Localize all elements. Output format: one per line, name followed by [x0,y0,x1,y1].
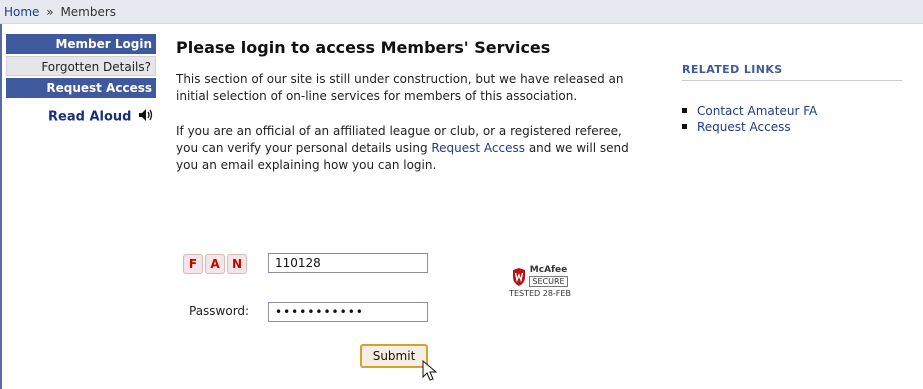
password-label: Password: [189,304,250,318]
read-aloud-button[interactable]: Read Aloud [6,108,156,126]
mcafee-secure-badge[interactable]: McAfee SECURE TESTED 28-FEB [505,266,575,299]
related-links-panel: RELATED LINKS Contact Amateur FA Request… [682,63,902,135]
related-link-item: Contact Amateur FA [682,103,902,119]
password-input[interactable]: ••••••••••• [268,302,428,322]
sidebar: Member Login Forgotten Details? Request … [6,34,156,126]
fan-number-input[interactable]: 110128 [268,253,428,273]
request-access-link[interactable]: Request Access [431,141,525,155]
main-content: Please login to access Members' Services… [176,38,646,192]
related-links-title: RELATED LINKS [682,63,902,81]
sidebar-item-forgotten-details[interactable]: Forgotten Details? [6,56,156,76]
breadcrumb-separator: » [46,5,54,19]
contact-amateur-fa-link[interactable]: Contact Amateur FA [697,104,817,118]
mcafee-shield-icon [513,267,526,286]
speaker-icon [138,108,154,126]
breadcrumb-current: Members [60,5,117,19]
mcafee-brand: McAfee [529,265,568,275]
page-title: Please login to access Members' Services [176,38,551,57]
related-request-access-link[interactable]: Request Access [697,120,791,134]
bullet-icon [682,108,687,113]
mcafee-badge-row: McAfee SECURE [505,266,575,287]
breadcrumb-home-link[interactable]: Home [4,5,39,19]
sidebar-item-member-login[interactable]: Member Login [6,34,156,54]
mouse-cursor-icon [422,359,438,386]
breadcrumb: Home » Members [0,0,923,24]
submit-button[interactable]: Submit [360,344,428,368]
sidebar-item-request-access[interactable]: Request Access [6,78,156,98]
left-border-line [0,24,2,389]
access-paragraph: If you are an official of an affiliated … [176,123,646,174]
bullet-icon [682,124,687,129]
fan-letter: A [205,254,225,274]
fan-letter: F [183,254,203,274]
mcafee-text: McAfee SECURE [529,265,568,287]
fan-letter: N [227,254,247,274]
mcafee-secure-label: SECURE [529,276,568,287]
related-links-list: Contact Amateur FA Request Access [682,103,902,135]
read-aloud-label: Read Aloud [48,109,132,125]
intro-paragraph: This section of our site is still under … [176,72,624,103]
mcafee-tested-date: TESTED 28-FEB [509,289,571,298]
fan-logo: FAN [183,253,249,274]
related-link-item: Request Access [682,119,902,135]
